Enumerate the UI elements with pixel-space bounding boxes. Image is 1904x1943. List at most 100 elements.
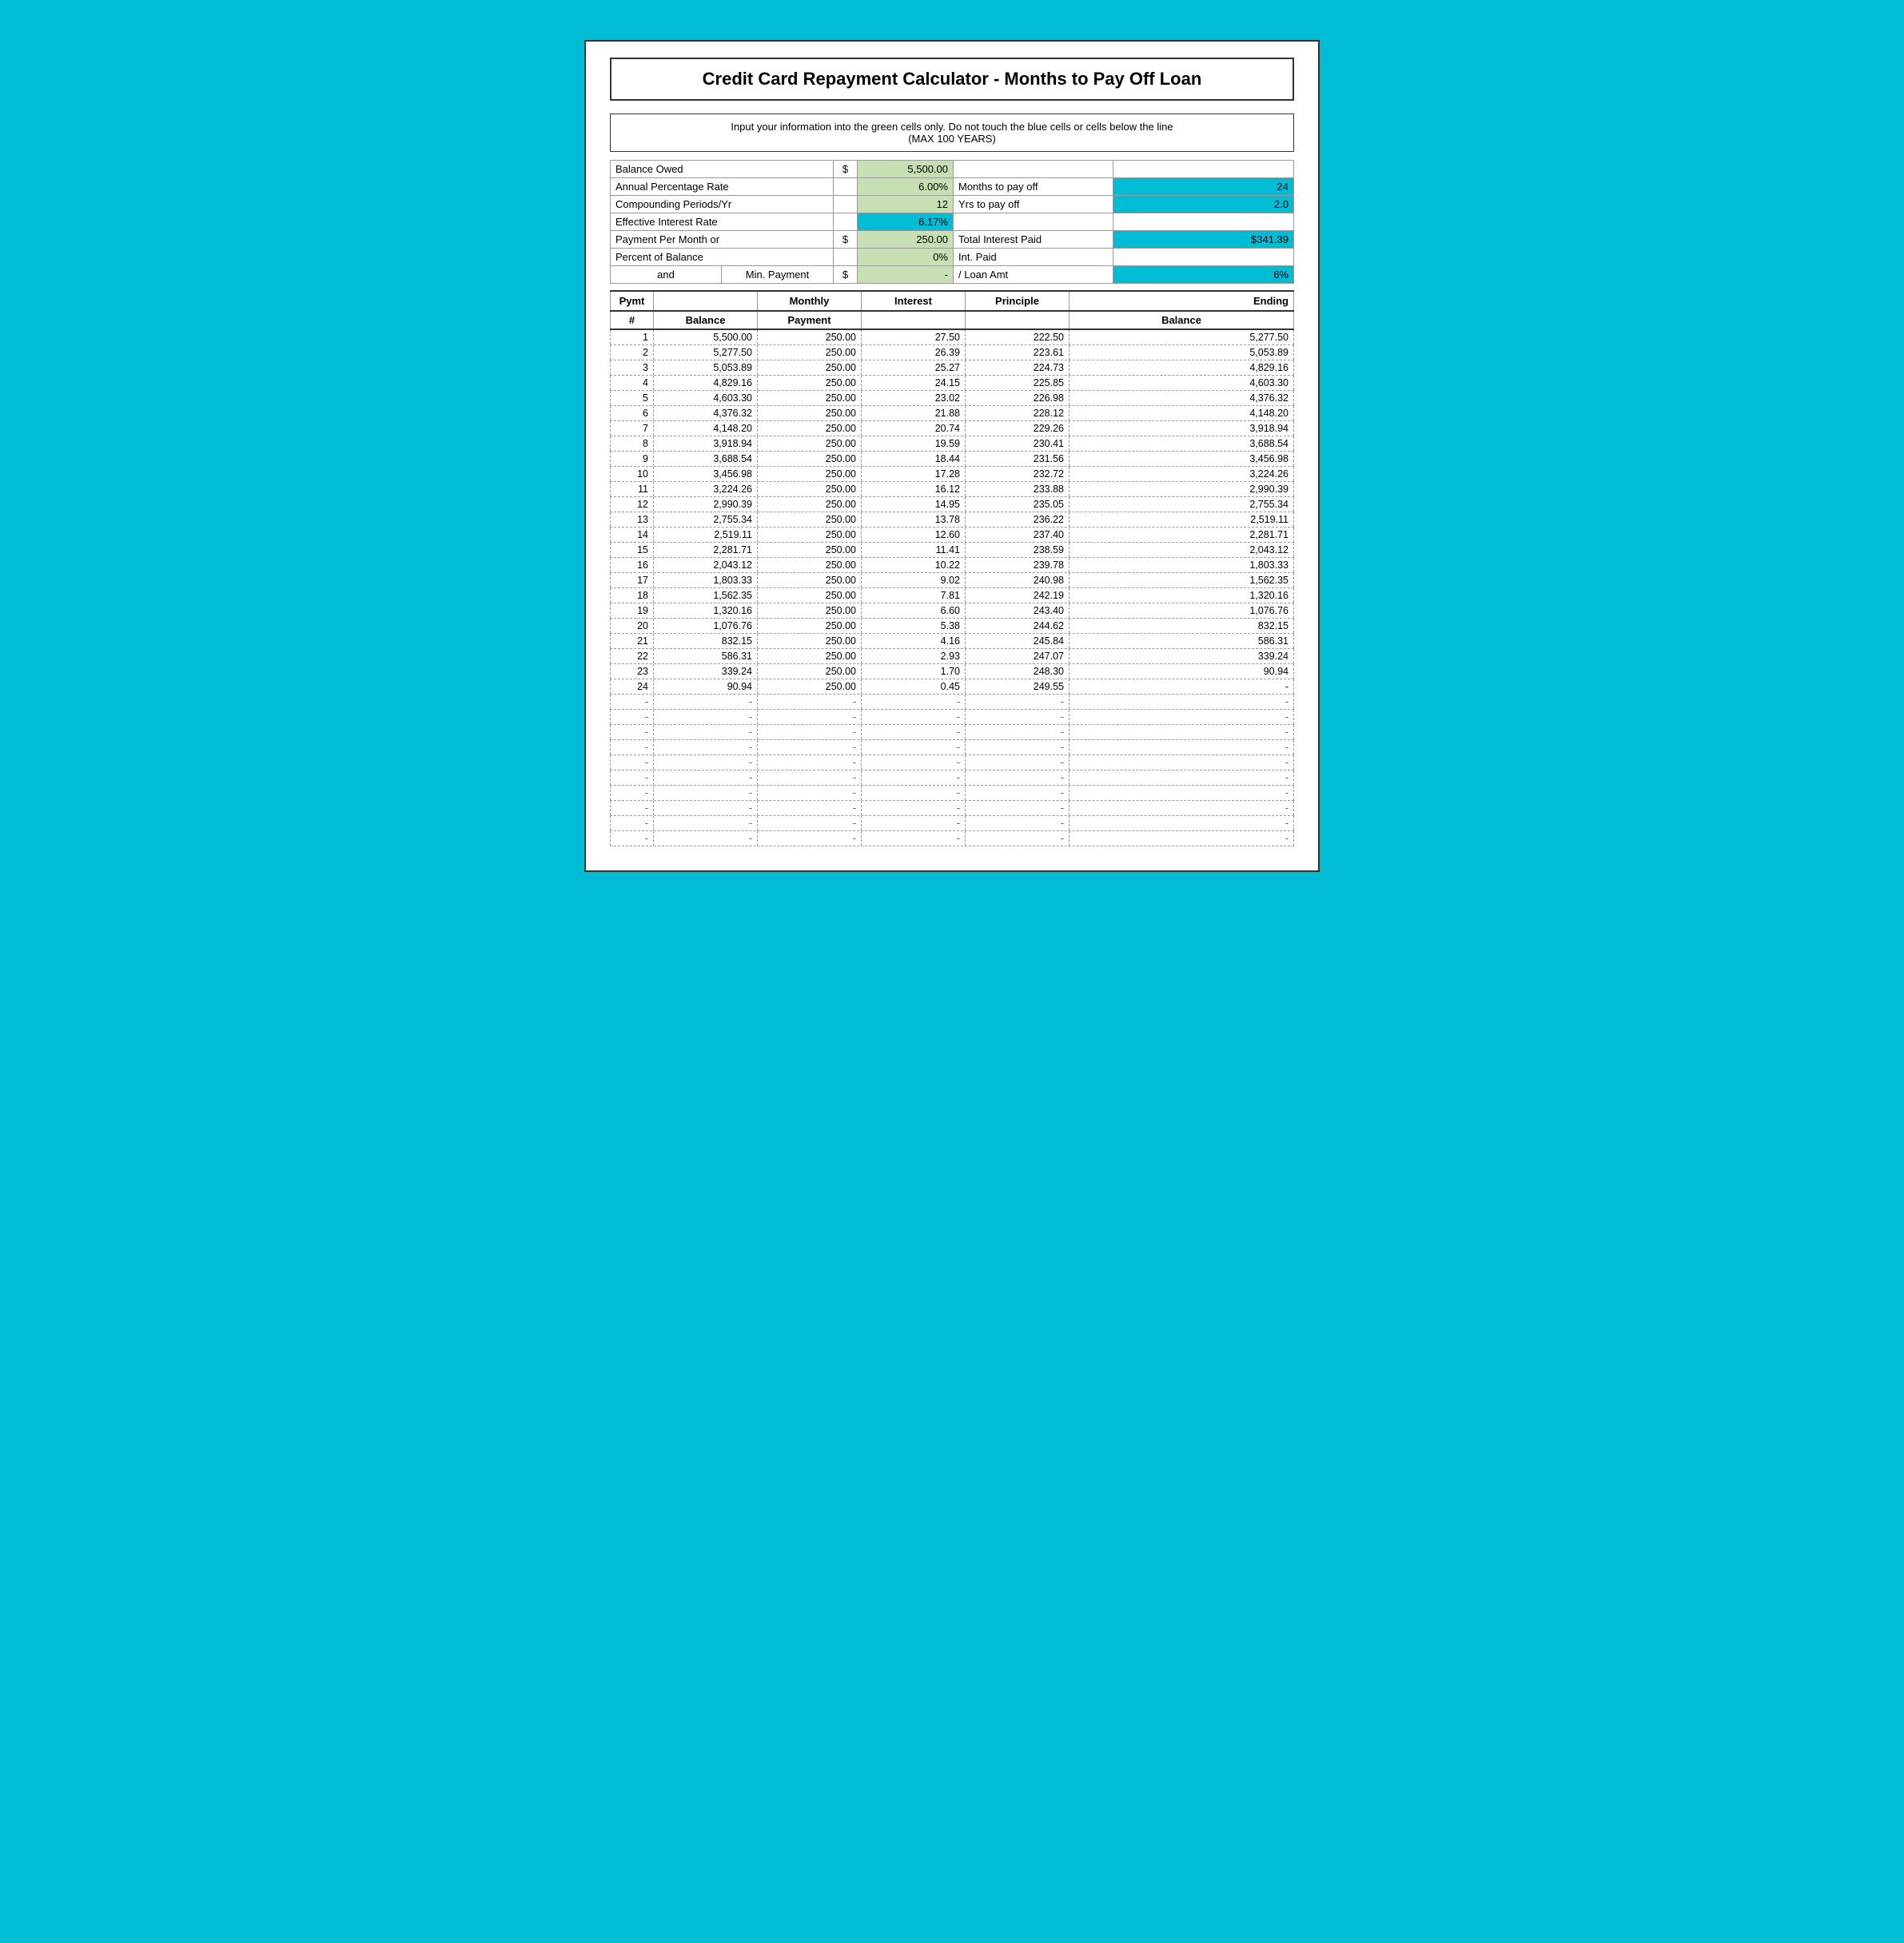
td-empty-num: - [610, 755, 654, 770]
td-interest: 11.41 [862, 543, 966, 557]
table-row: 2 5,277.50 250.00 26.39 223.61 5,053.89 [610, 345, 1294, 360]
sp-value[interactable]: - [858, 266, 954, 283]
td-empty-ending: - [1070, 725, 1294, 739]
td-interest: 17.28 [862, 467, 966, 481]
td-payment: 250.00 [758, 391, 862, 405]
table-row: 5 4,603.30 250.00 23.02 226.98 4,376.32 [610, 391, 1294, 406]
and-label: and [610, 266, 722, 283]
table-row: 1 5,500.00 250.00 27.50 222.50 5,277.50 [610, 330, 1294, 345]
td-balance: 832.15 [654, 634, 758, 648]
td-empty-balance: - [654, 801, 758, 815]
months-to-pay-value: 24 [1113, 178, 1294, 195]
td-balance: 4,376.32 [654, 406, 758, 420]
td-ending: 4,148.20 [1070, 406, 1294, 420]
right-label-empty2 [954, 213, 1113, 230]
total-interest-value: $341.39 [1113, 231, 1294, 248]
payment-dollar-sign: $ [834, 231, 858, 248]
th-principle2 [966, 312, 1070, 328]
loan-amt-label: / Loan Amt [954, 266, 1113, 283]
td-interest: 19.59 [862, 436, 966, 451]
outer-container: Credit Card Repayment Calculator - Month… [568, 24, 1336, 888]
balance-owed-value[interactable]: 5,500.00 [858, 161, 954, 177]
td-balance: 2,281.71 [654, 543, 758, 557]
td-num: 16 [610, 558, 654, 572]
input-section: Balance Owed $ 5,500.00 Annual Percentag… [610, 160, 1294, 284]
td-num: 12 [610, 497, 654, 512]
table-row: 15 2,281.71 250.00 11.41 238.59 2,043.12 [610, 543, 1294, 558]
td-payment: 250.00 [758, 330, 862, 344]
td-payment: 250.00 [758, 512, 862, 527]
td-empty-ending: - [1070, 740, 1294, 755]
td-ending: 90.94 [1070, 664, 1294, 679]
td-interest: 26.39 [862, 345, 966, 360]
td-payment: 250.00 [758, 528, 862, 542]
table-row: 16 2,043.12 250.00 10.22 239.78 1,803.33 [610, 558, 1294, 573]
td-interest: 20.74 [862, 421, 966, 436]
td-empty-balance: - [654, 710, 758, 724]
table-row: 20 1,076.76 250.00 5.38 244.62 832.15 [610, 619, 1294, 634]
table-row: 10 3,456.98 250.00 17.28 232.72 3,224.26 [610, 467, 1294, 482]
td-interest: 24.15 [862, 376, 966, 390]
td-ending: 586.31 [1070, 634, 1294, 648]
td-interest: 27.50 [862, 330, 966, 344]
td-empty-payment: - [758, 695, 862, 709]
effective-value: 6.17% [858, 213, 954, 230]
td-interest: 18.44 [862, 452, 966, 466]
td-num: 11 [610, 482, 654, 496]
table-row-empty: - - - - - - [610, 816, 1294, 831]
td-empty-interest: - [862, 740, 966, 755]
th-balance3: Balance [1070, 312, 1294, 328]
min-payment-label: Min. Payment [722, 266, 834, 283]
compounding-row: Compounding Periods/Yr 12 Yrs to pay off… [610, 196, 1294, 213]
td-empty-payment: - [758, 831, 862, 846]
table-row-empty: - - - - - - [610, 725, 1294, 740]
int-paid-value [1113, 249, 1294, 265]
td-empty-principle: - [966, 831, 1070, 846]
td-interest: 7.81 [862, 588, 966, 603]
td-interest: 5.38 [862, 619, 966, 633]
td-principle: 244.62 [966, 619, 1070, 633]
td-empty-ending: - [1070, 801, 1294, 815]
compounding-value[interactable]: 12 [858, 196, 954, 213]
td-payment: 250.00 [758, 452, 862, 466]
td-empty-principle: - [966, 786, 1070, 800]
td-empty-num: - [610, 740, 654, 755]
td-ending: 3,918.94 [1070, 421, 1294, 436]
td-empty-payment: - [758, 710, 862, 724]
td-balance: 90.94 [654, 679, 758, 694]
td-interest: 9.02 [862, 573, 966, 587]
td-empty-num: - [610, 770, 654, 785]
td-empty-principle: - [966, 801, 1070, 815]
td-balance: 2,755.34 [654, 512, 758, 527]
table-row-empty: - - - - - - [610, 786, 1294, 801]
td-principle: 238.59 [966, 543, 1070, 557]
td-empty-balance: - [654, 831, 758, 846]
td-interest: 0.45 [862, 679, 966, 694]
amortization-table: Pymt Monthly Interest Principle Ending #… [610, 290, 1294, 846]
balance-owed-label: Balance Owed [610, 161, 834, 177]
th-interest: Interest [862, 292, 966, 310]
payment-per-month-value[interactable]: 250.00 [858, 231, 954, 248]
td-num: 6 [610, 406, 654, 420]
table-row: 24 90.94 250.00 0.45 249.55 - [610, 679, 1294, 695]
td-empty-num: - [610, 831, 654, 846]
td-ending: 5,277.50 [1070, 330, 1294, 344]
td-interest: 6.60 [862, 603, 966, 618]
td-principle: 225.85 [966, 376, 1070, 390]
td-num: 14 [610, 528, 654, 542]
percent-balance-value[interactable]: 0% [858, 249, 954, 265]
td-principle: 236.22 [966, 512, 1070, 527]
effective-row: Effective Interest Rate 6.17% [610, 213, 1294, 231]
apr-value[interactable]: 6.00% [858, 178, 954, 195]
table-row: 19 1,320.16 250.00 6.60 243.40 1,076.76 [610, 603, 1294, 619]
td-principle: 245.84 [966, 634, 1070, 648]
td-empty-ending: - [1070, 816, 1294, 830]
td-num: 2 [610, 345, 654, 360]
td-principle: 237.40 [966, 528, 1070, 542]
td-payment: 250.00 [758, 679, 862, 694]
apr-label: Annual Percentage Rate [610, 178, 834, 195]
td-principle: 233.88 [966, 482, 1070, 496]
td-principle: 226.98 [966, 391, 1070, 405]
td-ending: 2,990.39 [1070, 482, 1294, 496]
td-principle: 240.98 [966, 573, 1070, 587]
